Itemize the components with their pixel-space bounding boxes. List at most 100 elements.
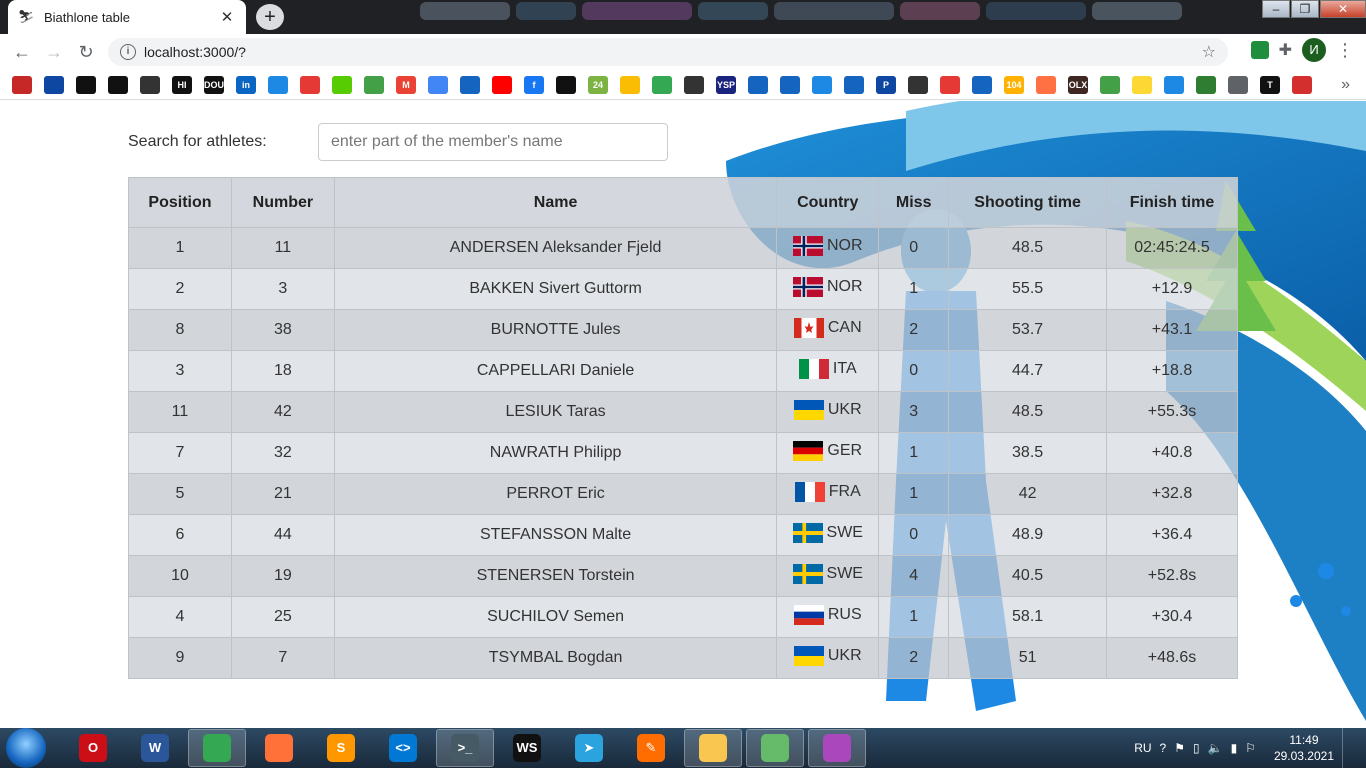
taskbar-app[interactable]: <>	[374, 729, 432, 767]
network-icon[interactable]: ▮	[1231, 741, 1238, 755]
extensions-puzzle-icon[interactable]: ✚	[1279, 40, 1292, 60]
drop-icon[interactable]	[812, 75, 832, 94]
taskbar-app[interactable]: W	[126, 729, 184, 767]
volume-icon[interactable]: 🔈	[1208, 741, 1223, 755]
maximize-icon[interactable]: ❐	[1291, 0, 1319, 18]
col-country-header[interactable]: Country	[776, 177, 880, 228]
new-tab-button[interactable]: +	[256, 4, 284, 30]
close-icon[interactable]: ✕	[218, 8, 236, 26]
react-icon[interactable]	[44, 75, 64, 94]
position-cell: 10	[128, 555, 232, 597]
flower-icon[interactable]	[364, 75, 384, 94]
flag-tray-icon[interactable]: ⚑	[1174, 741, 1185, 755]
extension-icon[interactable]	[1250, 41, 1269, 59]
github-icon[interactable]	[76, 75, 96, 94]
dou-icon[interactable]: DOU	[204, 75, 224, 94]
globe-icon[interactable]	[748, 75, 768, 94]
menu-dots-icon[interactable]: ⋮	[1336, 40, 1354, 61]
translate-icon[interactable]	[428, 75, 448, 94]
ysp-icon[interactable]: YSP	[716, 75, 736, 94]
snowflake-icon[interactable]	[908, 75, 928, 94]
clock[interactable]: 11:49 29.03.2021	[1274, 732, 1334, 764]
col-miss-header[interactable]: Miss	[878, 177, 950, 228]
taskbar-app[interactable]	[808, 729, 866, 767]
col-position-header[interactable]: Position	[128, 177, 232, 228]
puzzle-icon[interactable]	[1132, 75, 1152, 94]
globe-icon[interactable]	[972, 75, 992, 94]
country-code: NOR	[826, 277, 863, 295]
taskbar-app[interactable]: O	[64, 729, 122, 767]
col-finish-header[interactable]: Finish time	[1106, 177, 1238, 228]
minimize-icon[interactable]: –	[1262, 0, 1290, 18]
news24-icon[interactable]: 24	[588, 75, 608, 94]
taskbar-app[interactable]: ✎	[622, 729, 680, 767]
check-icon[interactable]	[1036, 75, 1056, 94]
home-icon[interactable]	[1164, 75, 1184, 94]
address-bar[interactable]: i localhost:3000/? ☆	[108, 38, 1228, 66]
finish-time-cell: +55.3s	[1106, 391, 1238, 433]
globe-icon[interactable]	[780, 75, 800, 94]
shield-icon[interactable]	[268, 75, 288, 94]
taskbar-app[interactable]	[746, 729, 804, 767]
linkedin-icon[interactable]: in	[236, 75, 256, 94]
taskbar-app[interactable]: WS	[498, 729, 556, 767]
globe-icon[interactable]	[844, 75, 864, 94]
table-row: 5 21 PERROT Eric FRA 1 42 +32.8	[128, 473, 1238, 515]
facebook-icon[interactable]: f	[524, 75, 544, 94]
window-close-icon[interactable]: ✕	[1320, 0, 1366, 18]
doc-icon[interactable]	[1228, 75, 1248, 94]
gmail-icon[interactable]: M	[396, 75, 416, 94]
reload-icon[interactable]: ↻	[70, 36, 102, 68]
t-icon[interactable]: T	[1260, 75, 1280, 94]
mail-icon[interactable]	[460, 75, 480, 94]
app-icon[interactable]	[556, 75, 576, 94]
taskbar-app[interactable]	[250, 729, 308, 767]
cube-icon[interactable]	[140, 75, 160, 94]
sublime-icon: S	[327, 734, 355, 762]
show-desktop-button[interactable]	[1342, 728, 1356, 768]
target-icon[interactable]	[12, 75, 32, 94]
maps-icon[interactable]	[652, 75, 672, 94]
country-wrap: NOR	[792, 235, 863, 256]
action-center-icon[interactable]: ⚐	[1245, 741, 1256, 755]
codepen-icon[interactable]	[108, 75, 128, 94]
p-icon[interactable]: P	[876, 75, 896, 94]
col-name-header[interactable]: Name	[333, 177, 778, 228]
more-bookmarks-icon[interactable]: »	[1341, 76, 1350, 94]
window-controls: – ❐ ✕	[1261, 0, 1366, 20]
olx-icon[interactable]: OLX	[1068, 75, 1088, 94]
taskbar-app[interactable]	[684, 729, 742, 767]
profile-avatar[interactable]: И	[1302, 38, 1326, 62]
owl-icon[interactable]	[332, 75, 352, 94]
search-input[interactable]	[318, 123, 668, 161]
spiral-icon[interactable]	[300, 75, 320, 94]
table-row: 6 44 STEFANSSON Malte SWE 0 48.9 +36.4	[128, 514, 1238, 556]
position-cell: 11	[128, 391, 232, 433]
forward-icon[interactable]: →	[38, 36, 70, 68]
star-icon[interactable]	[1100, 75, 1120, 94]
back-icon[interactable]: ←	[6, 36, 38, 68]
badge-icon[interactable]: 104	[1004, 75, 1024, 94]
help-icon[interactable]: ?	[1160, 741, 1167, 755]
circle-icon[interactable]	[1196, 75, 1216, 94]
taskbar-app[interactable]: >_	[436, 729, 494, 767]
taskbar-app[interactable]	[188, 729, 246, 767]
dice-icon[interactable]	[940, 75, 960, 94]
url-text[interactable]: localhost:3000/?	[144, 44, 1202, 60]
taskbar-app[interactable]: ➤	[560, 729, 618, 767]
language-indicator[interactable]: RU	[1134, 741, 1151, 755]
hand-icon[interactable]	[1292, 75, 1312, 94]
country-cell: UKR	[776, 637, 880, 679]
info-icon[interactable]: i	[120, 44, 136, 60]
col-shooting-header[interactable]: Shooting time	[948, 177, 1108, 228]
taskbar-app[interactable]: S	[312, 729, 370, 767]
browser-tab[interactable]: ⛷ Biathlone table ✕	[8, 0, 246, 34]
speed-icon[interactable]	[684, 75, 704, 94]
battery-icon[interactable]: ▯	[1193, 741, 1200, 755]
start-button[interactable]	[6, 728, 46, 768]
youtube-icon[interactable]	[492, 75, 512, 94]
bookmark-star-icon[interactable]: ☆	[1202, 42, 1216, 62]
hackernoon-icon[interactable]: HI	[172, 75, 192, 94]
col-number-header[interactable]: Number	[230, 177, 335, 228]
drive-icon[interactable]	[620, 75, 640, 94]
